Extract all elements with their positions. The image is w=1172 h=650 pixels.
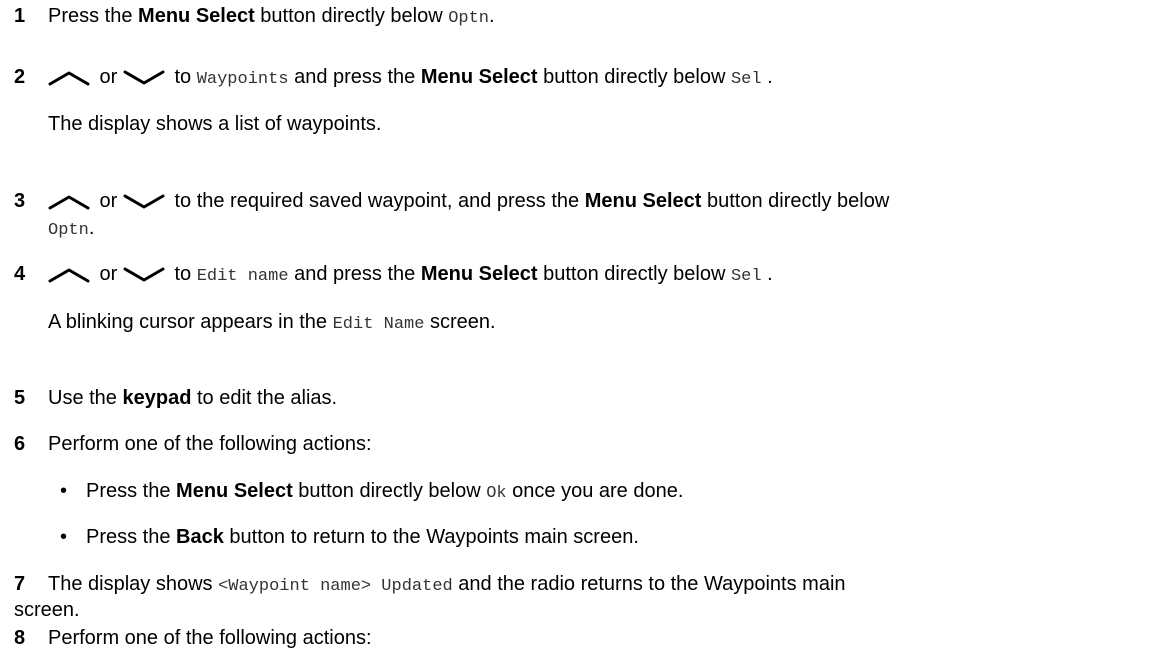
text: button directly below: [254, 5, 449, 27]
step-text: Perform one of the following actions:: [48, 627, 372, 649]
step-number: 4: [14, 263, 26, 285]
step-text: or to Edit name and press the Menu Selec…: [48, 262, 773, 289]
chevron-down-icon: [123, 267, 165, 283]
step-note: The display shows a list of waypoints.: [48, 113, 382, 135]
document-page: 1 Press the Menu Select button directly …: [0, 0, 1172, 649]
step-text: or to Waypoints and press the Menu Selec…: [48, 65, 773, 92]
step-note: A blinking cursor appears in the Edit Na…: [48, 310, 496, 337]
text: button directly below: [537, 263, 731, 285]
chevron-down-icon: [123, 70, 165, 86]
text: to: [168, 66, 197, 88]
step-text-continued: Optn.: [48, 216, 94, 243]
text: Press the: [86, 526, 177, 548]
step-text: or to the required saved waypoint, and p…: [48, 189, 889, 213]
text: or: [94, 66, 123, 88]
text: Press the: [48, 5, 139, 27]
screen-label: Waypoints: [196, 70, 289, 89]
text: button directly below: [701, 190, 890, 212]
text: button to return to the Waypoints main s…: [223, 526, 639, 548]
text: button directly below: [537, 66, 731, 88]
text: .: [489, 5, 495, 27]
text: and the radio returns to the Waypoints m…: [452, 573, 846, 595]
step-text: The display shows <Waypoint name> Update…: [48, 572, 846, 599]
text: to edit the alias.: [191, 387, 338, 409]
bold-term: Menu Select: [584, 190, 702, 212]
step-number: 8: [14, 627, 26, 649]
text: once you are done.: [506, 480, 684, 502]
screen-label: Edit name: [196, 267, 289, 286]
step-text: Perform one of the following actions:: [48, 433, 372, 455]
bullet-text: Press the Menu Select button directly be…: [86, 479, 683, 506]
screen-label: <Waypoint name> Updated: [218, 577, 453, 596]
text: or: [94, 190, 123, 212]
chevron-up-icon: [48, 194, 90, 210]
bullet: •: [60, 480, 68, 502]
text: and press the: [288, 66, 421, 88]
text: The display shows: [48, 573, 219, 595]
step-number: 3: [14, 190, 26, 212]
screen-label: Sel: [730, 267, 762, 286]
text: Use the: [48, 387, 123, 409]
bullet: •: [60, 526, 68, 548]
screen-label: Optn: [48, 221, 89, 240]
chevron-up-icon: [48, 70, 90, 86]
bold-term: Menu Select: [420, 66, 538, 88]
step-text: Use the keypad to edit the alias.: [48, 386, 337, 410]
text: Press the: [86, 480, 177, 502]
text: button directly below: [292, 480, 487, 502]
step-number: 6: [14, 433, 26, 455]
step-text: Press the Menu Select button directly be…: [48, 4, 495, 31]
bold-term: keypad: [122, 387, 192, 409]
step-text-continued: screen.: [14, 599, 80, 621]
text: and press the: [288, 263, 421, 285]
chevron-up-icon: [48, 267, 90, 283]
text: or: [94, 263, 123, 285]
step-number: 7: [14, 573, 26, 595]
screen-label: Ok: [486, 484, 507, 503]
screen-label: Edit Name: [332, 315, 425, 334]
text: to the required saved waypoint, and pres…: [168, 190, 585, 212]
bold-term: Menu Select: [138, 5, 255, 27]
bold-term: Menu Select: [176, 480, 293, 502]
text: screen.: [424, 311, 496, 333]
step-number: 2: [14, 66, 26, 88]
chevron-down-icon: [123, 194, 165, 210]
bold-term: Menu Select: [420, 263, 538, 285]
screen-label: Optn: [448, 9, 489, 28]
step-number: 5: [14, 387, 26, 409]
step-number: 1: [14, 5, 26, 27]
bold-term: Back: [176, 526, 224, 548]
text: .: [761, 263, 773, 285]
text: .: [761, 66, 773, 88]
text: to: [168, 263, 197, 285]
screen-label: Sel: [730, 70, 762, 89]
text: A blinking cursor appears in the: [48, 311, 333, 333]
text: .: [88, 217, 95, 239]
bullet-text: Press the Back button to return to the W…: [86, 525, 639, 549]
